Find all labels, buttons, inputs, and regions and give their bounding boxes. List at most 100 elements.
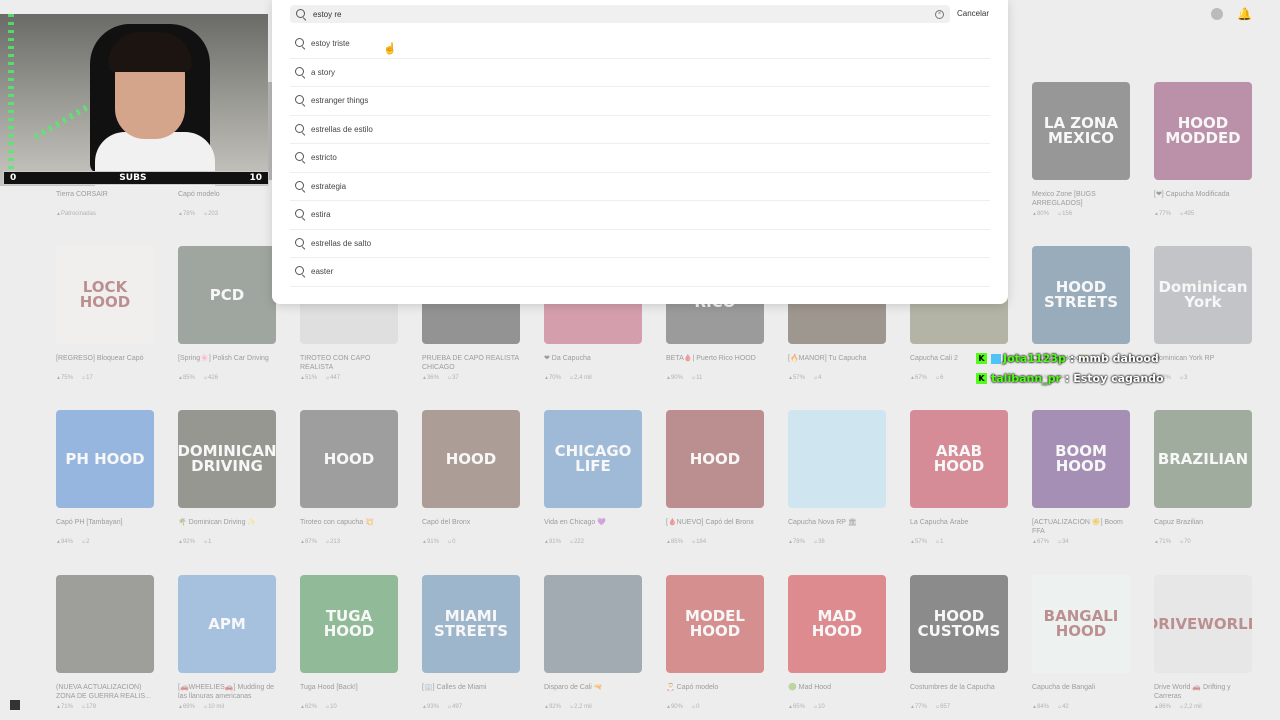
experience-title[interactable]: Disparo de Cali 🔫 xyxy=(544,683,642,701)
search-suggestion[interactable]: estrellas de salto xyxy=(290,230,990,258)
experience-title[interactable]: La Capucha Árabe xyxy=(910,518,1008,536)
suggestion-list: estoy triste a story estranger things estre… xyxy=(290,30,990,287)
experience-thumbnail[interactable]: ARAB HOOD xyxy=(910,410,1008,508)
experience-title[interactable]: [Spring🌸] Polish Car Driving xyxy=(178,354,276,372)
experience-title[interactable]: 🎅 Capó modelo xyxy=(666,683,764,701)
experience-thumbnail[interactable]: DOMINICAN DRIVING xyxy=(178,410,276,508)
search-suggestion[interactable]: estrellas de estilo xyxy=(290,116,990,144)
experience-card[interactable]: HOOD Tiroteo con capucha 💥 87% 213 xyxy=(300,410,398,545)
experience-card[interactable]: HOOD Capó del Bronx 91% 0 xyxy=(422,410,520,545)
experience-title[interactable]: TIROTEO CON CAPÓ REALISTA xyxy=(300,354,398,372)
experience-thumbnail[interactable]: HOOD xyxy=(666,410,764,508)
experience-card[interactable]: BRAZILIAN Capuz Brazilian 71% 70 xyxy=(1154,410,1252,545)
experience-title[interactable]: Capucha Nova RP 🏛 xyxy=(788,518,886,536)
search-suggestion[interactable]: estira xyxy=(290,201,990,230)
experience-thumbnail[interactable]: HOOD STREETS xyxy=(1032,246,1130,344)
experience-title[interactable]: [🚗WHEELIES🚗] Mudding de las llanuras ame… xyxy=(178,683,276,701)
bell-icon[interactable]: 🔔 xyxy=(1237,7,1252,21)
experience-card[interactable]: (NUEVA ACTUALIZACIÓN) ZONA DE GUERRA REA… xyxy=(56,575,154,710)
search-suggestion[interactable]: a story xyxy=(290,59,990,87)
experience-thumbnail[interactable]: DRIVEWORLD xyxy=(1154,575,1252,673)
experience-thumbnail[interactable]: BANGALI HOOD xyxy=(1032,575,1130,673)
experience-thumbnail[interactable]: MAD HOOD xyxy=(788,575,886,673)
experience-title[interactable]: Tuga Hood [Back!] xyxy=(300,683,398,701)
experience-title[interactable]: 🌴 Dominican Driving ✨ xyxy=(178,518,276,536)
experience-thumbnail[interactable]: MODEL HOOD xyxy=(666,575,764,673)
search-suggestion[interactable]: estrategia xyxy=(290,173,990,201)
experience-card[interactable]: MODEL HOOD 🎅 Capó modelo 90% 0 xyxy=(666,575,764,710)
experience-thumbnail[interactable]: HOOD MODDED xyxy=(1154,82,1252,180)
player-count: 0 xyxy=(447,539,455,545)
experience-card[interactable]: HOOD CUSTOMS Costumbres de la Capucha 77% 6… xyxy=(910,575,1008,710)
experience-title[interactable]: PRUEBA DE CAPÓ REALISTA CHICAGO xyxy=(422,354,520,372)
experience-title[interactable]: 🟢 Mad Hood xyxy=(788,683,886,701)
cancel-button[interactable]: Cancelar xyxy=(957,9,989,18)
search-suggestion[interactable]: estranger things xyxy=(290,87,990,116)
experience-card[interactable]: TUGA HOOD Tuga Hood [Back!] 62% 10 xyxy=(300,575,398,710)
experience-card[interactable]: Disparo de Cali 🔫 92% 2,2 mil xyxy=(544,575,642,710)
experience-card[interactable]: LA ZONA MEXICO Mexico Zone [BUGS ARREGLAD… xyxy=(1032,82,1130,217)
experience-thumbnail[interactable]: MIAMI STREETS xyxy=(422,575,520,673)
experience-title[interactable]: [🩸NUEVO] Capó del Bronx xyxy=(666,518,764,536)
experience-thumbnail[interactable] xyxy=(544,575,642,673)
experience-thumbnail[interactable]: BRAZILIAN xyxy=(1154,410,1252,508)
experience-card[interactable]: HOOD MODDED [❤] Capucha Modificada 77% 495 xyxy=(1154,82,1252,217)
experience-title[interactable]: [🏢] Calles de Miami xyxy=(422,683,520,701)
experience-thumbnail[interactable]: LA ZONA MEXICO xyxy=(1032,82,1130,180)
search-input[interactable] xyxy=(313,9,935,19)
search-suggestion[interactable]: estricto xyxy=(290,144,990,173)
experience-title[interactable]: Dominican York RP xyxy=(1154,354,1252,372)
experience-thumbnail[interactable]: HOOD CUSTOMS xyxy=(910,575,1008,673)
experience-title[interactable]: [ACTUALIZACIÓN ✊] Boom FFA xyxy=(1032,518,1130,536)
experience-thumbnail[interactable] xyxy=(56,575,154,673)
experience-thumbnail[interactable]: BOOM HOOD xyxy=(1032,410,1130,508)
experience-card[interactable]: HOOD [🩸NUEVO] Capó del Bronx 85% 184 xyxy=(666,410,764,545)
experience-card[interactable]: MIAMI STREETS [🏢] Calles de Miami 93% 497 xyxy=(422,575,520,710)
clear-search-icon[interactable]: × xyxy=(935,9,944,19)
experience-title[interactable]: ❤ Da Capucha xyxy=(544,354,642,372)
experience-card[interactable]: PH HOOD Capó PH [Tambayan] 94% 2 xyxy=(56,410,154,545)
experience-title[interactable]: Costumbres de la Capucha xyxy=(910,683,1008,701)
experience-card[interactable]: ARAB HOOD La Capucha Árabe 57% 1 xyxy=(910,410,1008,545)
experience-thumbnail[interactable]: TUGA HOOD xyxy=(300,575,398,673)
experience-card[interactable]: LOCK HOOD [REGRESO] Bloquear Capó 75% 17 xyxy=(56,246,154,381)
experience-card[interactable]: PCD [Spring🌸] Polish Car Driving 85% 426 xyxy=(178,246,276,381)
experience-title[interactable]: BETA🩸| Puerto Rico HOOD xyxy=(666,354,764,372)
experience-title[interactable]: Capuz Brazilian xyxy=(1154,518,1252,536)
experience-card[interactable]: APM [🚗WHEELIES🚗] Mudding de las llanuras … xyxy=(178,575,276,710)
experience-card[interactable]: BOOM HOOD [ACTUALIZACIÓN ✊] Boom FFA 67% 34 xyxy=(1032,410,1130,545)
experience-card[interactable]: MAD HOOD 🟢 Mad Hood 65% 10 xyxy=(788,575,886,710)
experience-card[interactable]: Dominican York Dominican York RP 82%3 xyxy=(1154,246,1252,381)
experience-title[interactable]: Capucha de Bangali xyxy=(1032,683,1130,701)
experience-title[interactable]: Vida en Chicago 💜 xyxy=(544,518,642,536)
experience-title[interactable]: Drive World 🚗 Drifting y Carreras xyxy=(1154,683,1252,701)
experience-title[interactable]: Tiroteo con capucha 💥 xyxy=(300,518,398,536)
experience-card[interactable]: DOMINICAN DRIVING 🌴 Dominican Driving ✨ 92… xyxy=(178,410,276,545)
experience-thumbnail[interactable]: CHICAGO LIFE xyxy=(544,410,642,508)
experience-title[interactable]: [🔥MANOR] Tu Capucha xyxy=(788,354,886,372)
experience-thumbnail[interactable]: HOOD xyxy=(300,410,398,508)
experience-title[interactable]: Tierra CORSAIR xyxy=(56,190,154,208)
experience-thumbnail[interactable]: HOOD xyxy=(422,410,520,508)
experience-card[interactable]: DRIVEWORLD Drive World 🚗 Drifting y Carre… xyxy=(1154,575,1252,710)
experience-title[interactable]: Capó PH [Tambayan] xyxy=(56,518,154,536)
experience-thumbnail[interactable]: LOCK HOOD xyxy=(56,246,154,344)
experience-card[interactable]: CHICAGO LIFE Vida en Chicago 💜 91% 222 xyxy=(544,410,642,545)
windows-start-icon[interactable] xyxy=(10,700,20,710)
robux-icon[interactable] xyxy=(1211,8,1224,20)
experience-thumbnail[interactable]: PCD xyxy=(178,246,276,344)
experience-title[interactable]: Capó del Bronx xyxy=(422,518,520,536)
experience-card[interactable]: Capucha Nova RP 🏛 78% 38 xyxy=(788,410,886,545)
search-suggestion[interactable]: easter xyxy=(290,258,990,287)
experience-thumbnail[interactable]: PH HOOD xyxy=(56,410,154,508)
experience-title[interactable]: Mexico Zone [BUGS ARREGLADOS] xyxy=(1032,190,1130,208)
thumbnail-label: HOOD xyxy=(445,449,497,468)
experience-card[interactable]: BANGALI HOOD Capucha de Bangali 84% 42 xyxy=(1032,575,1130,710)
experience-title[interactable]: Capó modelo xyxy=(178,190,276,208)
experience-title[interactable]: (NUEVA ACTUALIZACIÓN) ZONA DE GUERRA REA… xyxy=(56,683,154,701)
experience-title[interactable]: [❤] Capucha Modificada xyxy=(1154,190,1252,208)
experience-title[interactable]: [REGRESO] Bloquear Capó xyxy=(56,354,154,372)
experience-thumbnail[interactable]: Dominican York xyxy=(1154,246,1252,344)
experience-thumbnail[interactable] xyxy=(788,410,886,508)
experience-thumbnail[interactable]: APM xyxy=(178,575,276,673)
